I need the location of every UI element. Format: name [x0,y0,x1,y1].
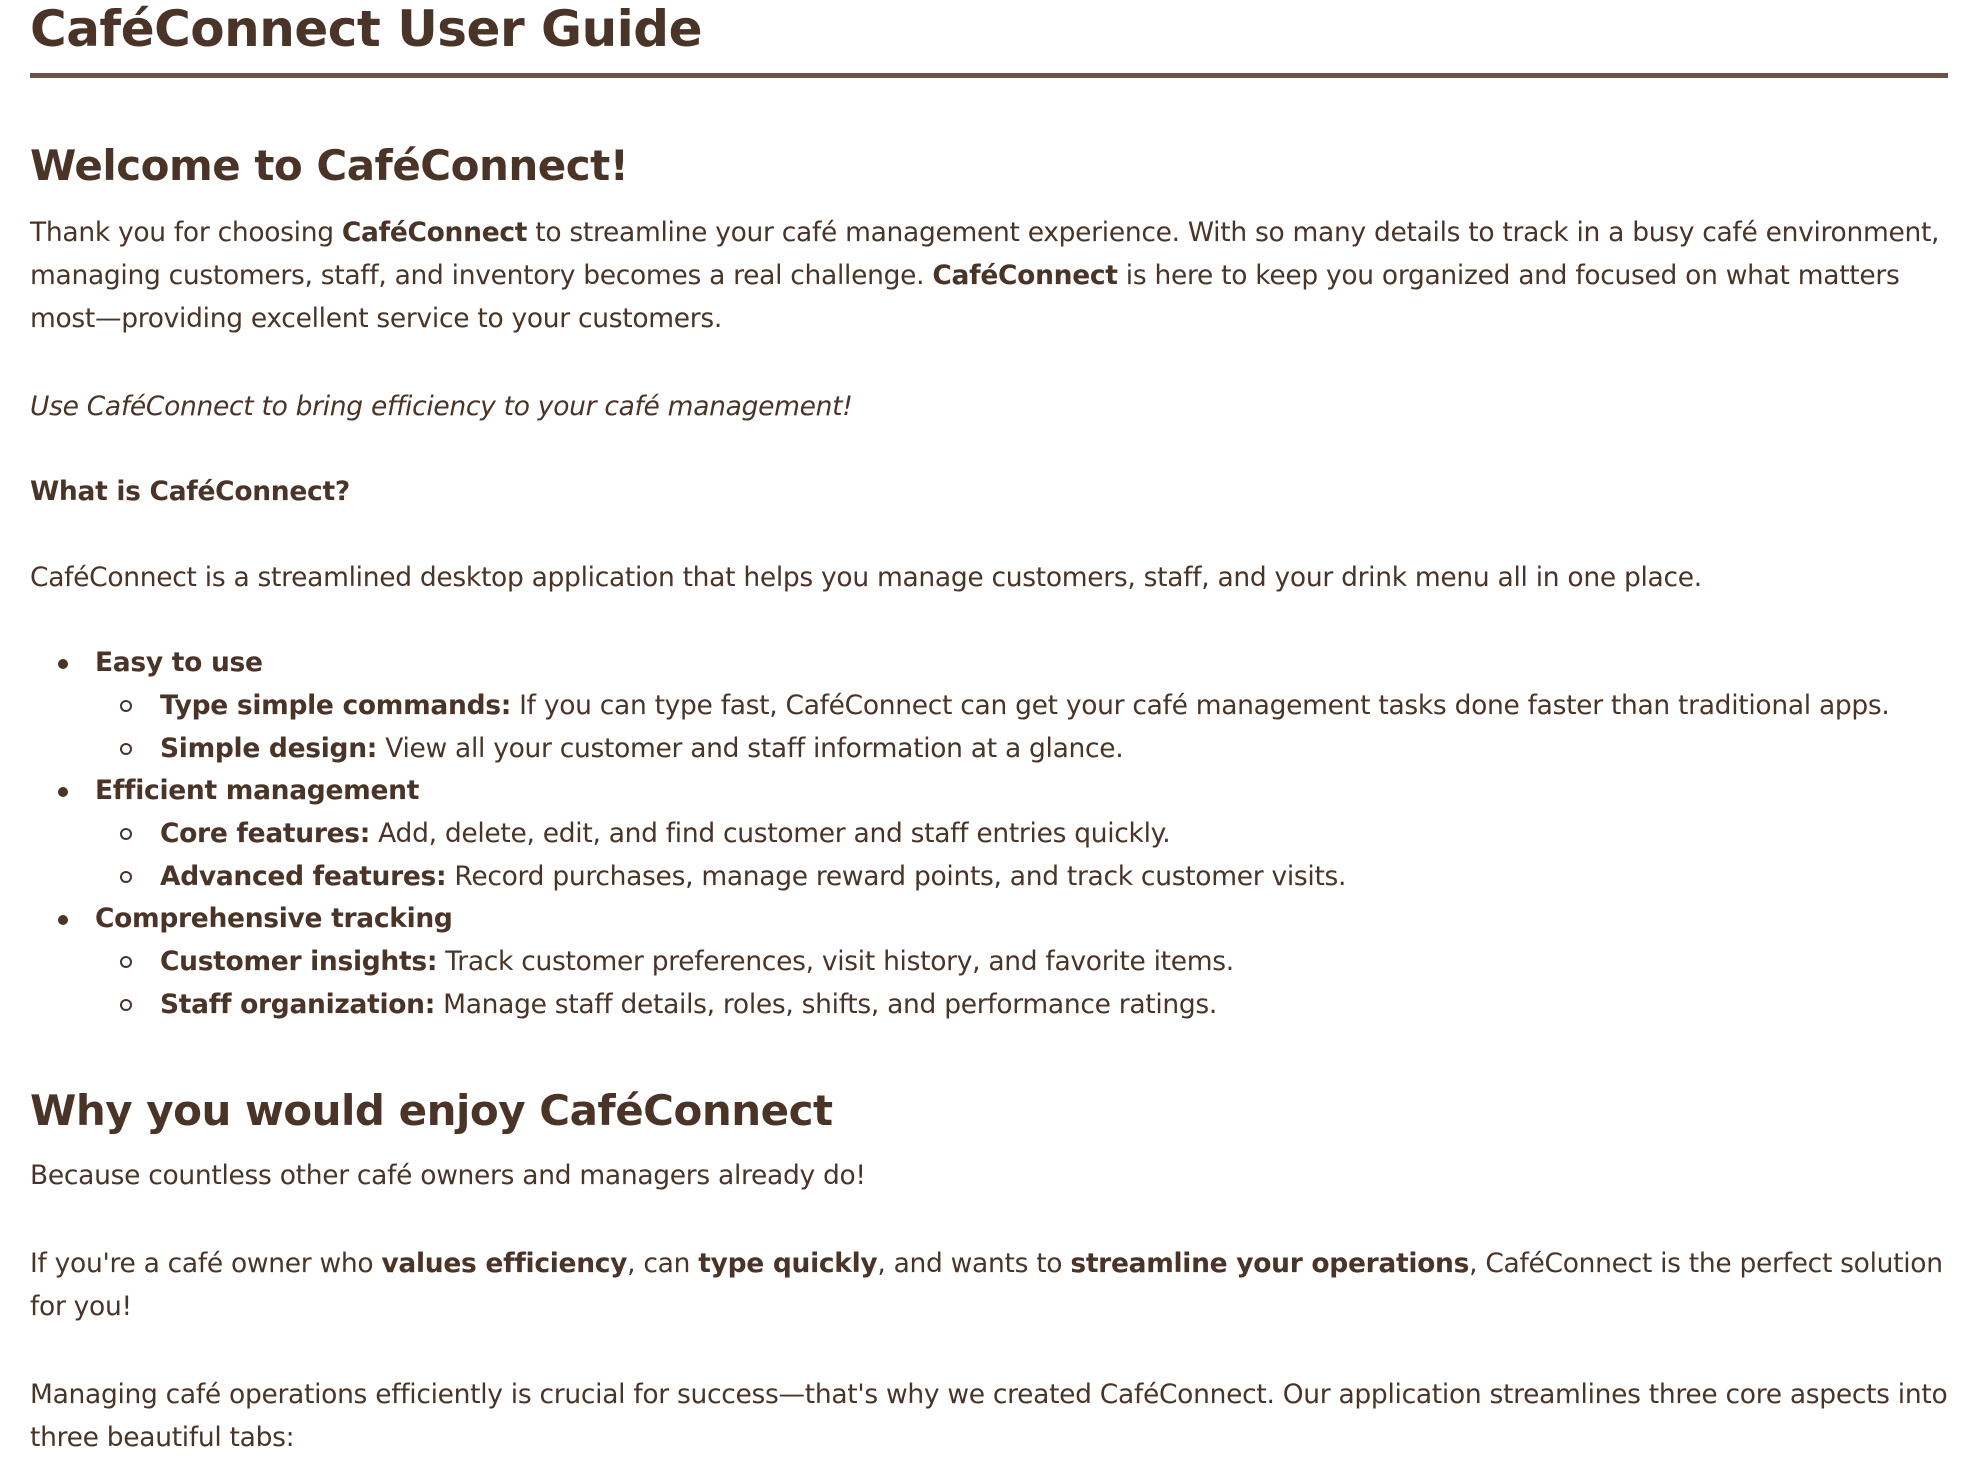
intro-bold-1: CaféConnect [341,217,528,248]
why-paragraph-2: If you're a café owner who values effici… [30,1242,1966,1328]
welcome-heading: Welcome to CaféConnect! [30,141,629,190]
why-text-2: , can [627,1248,699,1279]
feature-item-desc: Record purchases, manage reward points, … [446,861,1347,892]
feature-item: Staff organization: Manage staff details… [95,983,1966,1026]
what-is-heading: What is CaféConnect? [30,476,350,507]
feature-item-desc: Add, delete, edit, and find customer and… [370,818,1171,849]
feature-item-term: Staff organization: [160,989,436,1020]
feature-item-desc: If you can type fast, CaféConnect can ge… [511,690,1890,721]
feature-item-term: Type simple commands: [160,690,512,721]
feature-item: Type simple commands: If you can type fa… [95,684,1966,727]
bullet-disc-icon [58,915,68,925]
why-paragraph-1: Because countless other café owners and … [30,1160,866,1191]
feature-sublist: Core features: Add, delete, edit, and fi… [95,812,1966,898]
why-text-3: , and wants to [877,1248,1071,1279]
intro-paragraph: Thank you for choosing CaféConnect to st… [30,211,1948,340]
feature-group-label: Easy to use [95,647,263,678]
feature-item-term: Customer insights: [160,946,438,977]
feature-item-desc: Manage staff details, roles, shifts, and… [435,989,1218,1020]
feature-item-term: Core features: [160,818,371,849]
feature-group: Easy to use Type simple commands: If you… [30,642,1966,770]
user-guide-page: CaféConnect User Guide Welcome to CaféCo… [0,0,1966,1459]
feature-sublist: Type simple commands: If you can type fa… [95,684,1966,770]
feature-item: Core features: Add, delete, edit, and fi… [95,812,1966,855]
why-text-1: If you're a café owner who [30,1248,382,1279]
intro-text-1: Thank you for choosing [30,217,342,248]
feature-item: Customer insights: Track customer prefer… [95,940,1966,983]
why-heading: Why you would enjoy CaféConnect [30,1086,833,1135]
feature-list: Easy to use Type simple commands: If you… [30,642,1966,1026]
feature-item-term: Simple design: [160,733,378,764]
why-paragraph-3: Managing café operations efficiently is … [30,1379,1948,1453]
feature-item-desc: View all your customer and staff informa… [377,733,1124,764]
feature-item-desc: Track customer preferences, visit histor… [437,946,1234,977]
title-divider [30,73,1948,78]
why-bold-2: type quickly [698,1248,878,1279]
bullet-circle-icon [120,828,132,840]
feature-group-label: Comprehensive tracking [95,903,453,934]
feature-item: Simple design: View all your customer an… [95,727,1966,770]
feature-item: Advanced features: Record purchases, man… [95,855,1966,898]
feature-sublist: Customer insights: Track customer prefer… [95,940,1966,1026]
bullet-circle-icon [120,871,132,883]
tagline: Use CaféConnect to bring efficiency to y… [30,391,853,422]
bullet-circle-icon [120,956,132,968]
feature-group-label: Efficient management [95,775,420,806]
feature-group: Efficient management Core features: Add,… [30,770,1966,898]
why-bold-1: values efficiency [381,1248,628,1279]
bullet-circle-icon [120,999,132,1011]
what-is-description: CaféConnect is a streamlined desktop app… [30,562,1702,593]
why-bold-3: streamline your operations [1070,1248,1470,1279]
feature-item-term: Advanced features: [160,861,447,892]
bullet-circle-icon [120,743,132,755]
bullet-disc-icon [58,787,68,797]
bullet-circle-icon [120,700,132,712]
page-title: CaféConnect User Guide [30,0,703,58]
intro-bold-2: CaféConnect [932,260,1118,291]
feature-group: Comprehensive tracking Customer insights… [30,898,1966,1026]
bullet-disc-icon [58,659,68,669]
